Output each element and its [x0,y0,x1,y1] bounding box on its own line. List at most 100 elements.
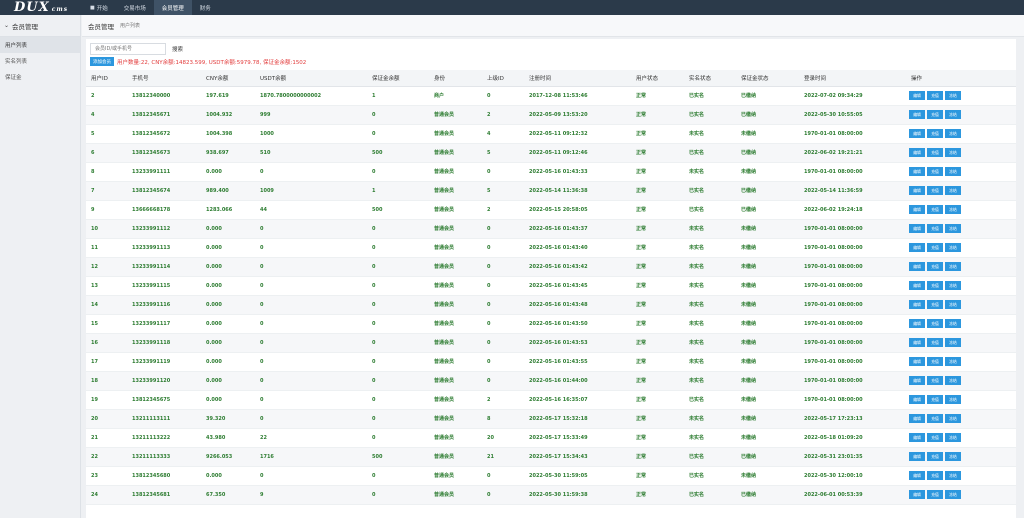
recharge-button[interactable]: 充值 [927,224,943,233]
freeze-button[interactable]: 冻结 [945,205,961,214]
freeze-button[interactable]: 冻结 [945,91,961,100]
freeze-button[interactable]: 冻结 [945,129,961,138]
cell-user-status: 正常 [631,390,684,410]
edit-button[interactable]: 编辑 [909,129,925,138]
freeze-button[interactable]: 冻结 [945,452,961,461]
freeze-button[interactable]: 冻结 [945,167,961,176]
cell-register-time: 2022-05-16 01:44:00 [524,371,631,391]
logo[interactable]: DUX cms [0,0,82,15]
col-identity[interactable]: 身份 [429,70,482,87]
nav-finance[interactable]: 财务 [192,0,219,15]
edit-button[interactable]: 编辑 [909,205,925,214]
recharge-button[interactable]: 充值 [927,91,943,100]
cell-login-time: 2022-05-14 11:36:59 [799,181,906,201]
edit-button[interactable]: 编辑 [909,319,925,328]
freeze-button[interactable]: 冻结 [945,110,961,119]
edit-button[interactable]: 编辑 [909,357,925,366]
col-deposit-balance[interactable]: 保证金余额 [367,70,429,87]
freeze-button[interactable]: 冻结 [945,376,961,385]
edit-button[interactable]: 编辑 [909,262,925,271]
freeze-button[interactable]: 冻结 [945,471,961,480]
cell-phone: 13812345672 [127,124,201,144]
edit-button[interactable]: 编辑 [909,338,925,347]
freeze-button[interactable]: 冻结 [945,262,961,271]
edit-button[interactable]: 编辑 [909,395,925,404]
col-phone[interactable]: 手机号 [127,70,201,87]
sidebar-item-realname-list[interactable]: 实名列表 [0,53,80,69]
recharge-button[interactable]: 充值 [927,452,943,461]
freeze-button[interactable]: 冻结 [945,300,961,309]
recharge-button[interactable]: 充值 [927,243,943,252]
recharge-button[interactable]: 充值 [927,376,943,385]
recharge-button[interactable]: 充值 [927,262,943,271]
freeze-button[interactable]: 冻结 [945,357,961,366]
recharge-button[interactable]: 充值 [927,433,943,442]
freeze-button[interactable]: 冻结 [945,224,961,233]
edit-button[interactable]: 编辑 [909,186,925,195]
col-user-status[interactable]: 用户状态 [631,70,684,87]
col-realname-status[interactable]: 实名状态 [684,70,736,87]
edit-button[interactable]: 编辑 [909,433,925,442]
cell-parent-id: 8 [482,409,524,429]
cell-realname-status: 未实名 [684,371,736,391]
freeze-button[interactable]: 冻结 [945,338,961,347]
cell-deposit-status: 未缴纳 [736,409,799,429]
freeze-button[interactable]: 冻结 [945,490,961,499]
recharge-button[interactable]: 充值 [927,281,943,290]
nav-member-management[interactable]: 会员管理 [153,0,192,15]
recharge-button[interactable]: 充值 [927,300,943,309]
edit-button[interactable]: 编辑 [909,167,925,176]
edit-button[interactable]: 编辑 [909,490,925,499]
sidebar-header[interactable]: ⌄ 会员管理 [0,15,80,37]
col-deposit-status[interactable]: 保证金状态 [736,70,799,87]
recharge-button[interactable]: 充值 [927,186,943,195]
recharge-button[interactable]: 充值 [927,110,943,119]
edit-button[interactable]: 编辑 [909,224,925,233]
edit-button[interactable]: 编辑 [909,300,925,309]
nav-trade-market[interactable]: 交易市场 [116,0,154,15]
freeze-button[interactable]: 冻结 [945,414,961,423]
col-cny-balance[interactable]: CNY余额 [201,70,255,87]
freeze-button[interactable]: 冻结 [945,319,961,328]
edit-button[interactable]: 编辑 [909,414,925,423]
sidebar-item-user-list[interactable]: 用户列表 [0,37,80,53]
col-parent-id[interactable]: 上级ID [482,70,524,87]
cell-deposit-balance: 1 [367,86,429,106]
recharge-button[interactable]: 充值 [927,148,943,157]
search-input[interactable] [90,43,166,55]
recharge-button[interactable]: 充值 [927,414,943,423]
edit-button[interactable]: 编辑 [909,281,925,290]
edit-button[interactable]: 编辑 [909,471,925,480]
search-button[interactable]: 搜索 [172,45,183,53]
edit-button[interactable]: 编辑 [909,452,925,461]
recharge-button[interactable]: 充值 [927,338,943,347]
col-register-time[interactable]: 注册时间 [524,70,631,87]
edit-button[interactable]: 编辑 [909,91,925,100]
nav-start[interactable]: ■ 开始 [82,0,116,15]
add-member-button[interactable]: 添加会员 [90,57,114,66]
col-login-time[interactable]: 登录时间 [799,70,906,87]
freeze-button[interactable]: 冻结 [945,148,961,157]
edit-button[interactable]: 编辑 [909,243,925,252]
recharge-button[interactable]: 充值 [927,129,943,138]
recharge-button[interactable]: 充值 [927,471,943,480]
recharge-button[interactable]: 充值 [927,357,943,366]
edit-button[interactable]: 编辑 [909,376,925,385]
edit-button[interactable]: 编辑 [909,110,925,119]
recharge-button[interactable]: 充值 [927,167,943,176]
freeze-button[interactable]: 冻结 [945,433,961,442]
col-usdt-balance[interactable]: USDT余额 [255,70,367,87]
freeze-button[interactable]: 冻结 [945,395,961,404]
recharge-button[interactable]: 充值 [927,319,943,328]
cell-identity: 商户 [429,86,482,106]
recharge-button[interactable]: 充值 [927,490,943,499]
col-user-id[interactable]: 用户ID [86,70,127,87]
recharge-button[interactable]: 充值 [927,395,943,404]
freeze-button[interactable]: 冻结 [945,186,961,195]
cell-actions: 编辑 充值 冻结 [906,143,1016,163]
recharge-button[interactable]: 充值 [927,205,943,214]
sidebar-item-deposit[interactable]: 保证金 [0,69,80,85]
freeze-button[interactable]: 冻结 [945,243,961,252]
freeze-button[interactable]: 冻结 [945,281,961,290]
edit-button[interactable]: 编辑 [909,148,925,157]
